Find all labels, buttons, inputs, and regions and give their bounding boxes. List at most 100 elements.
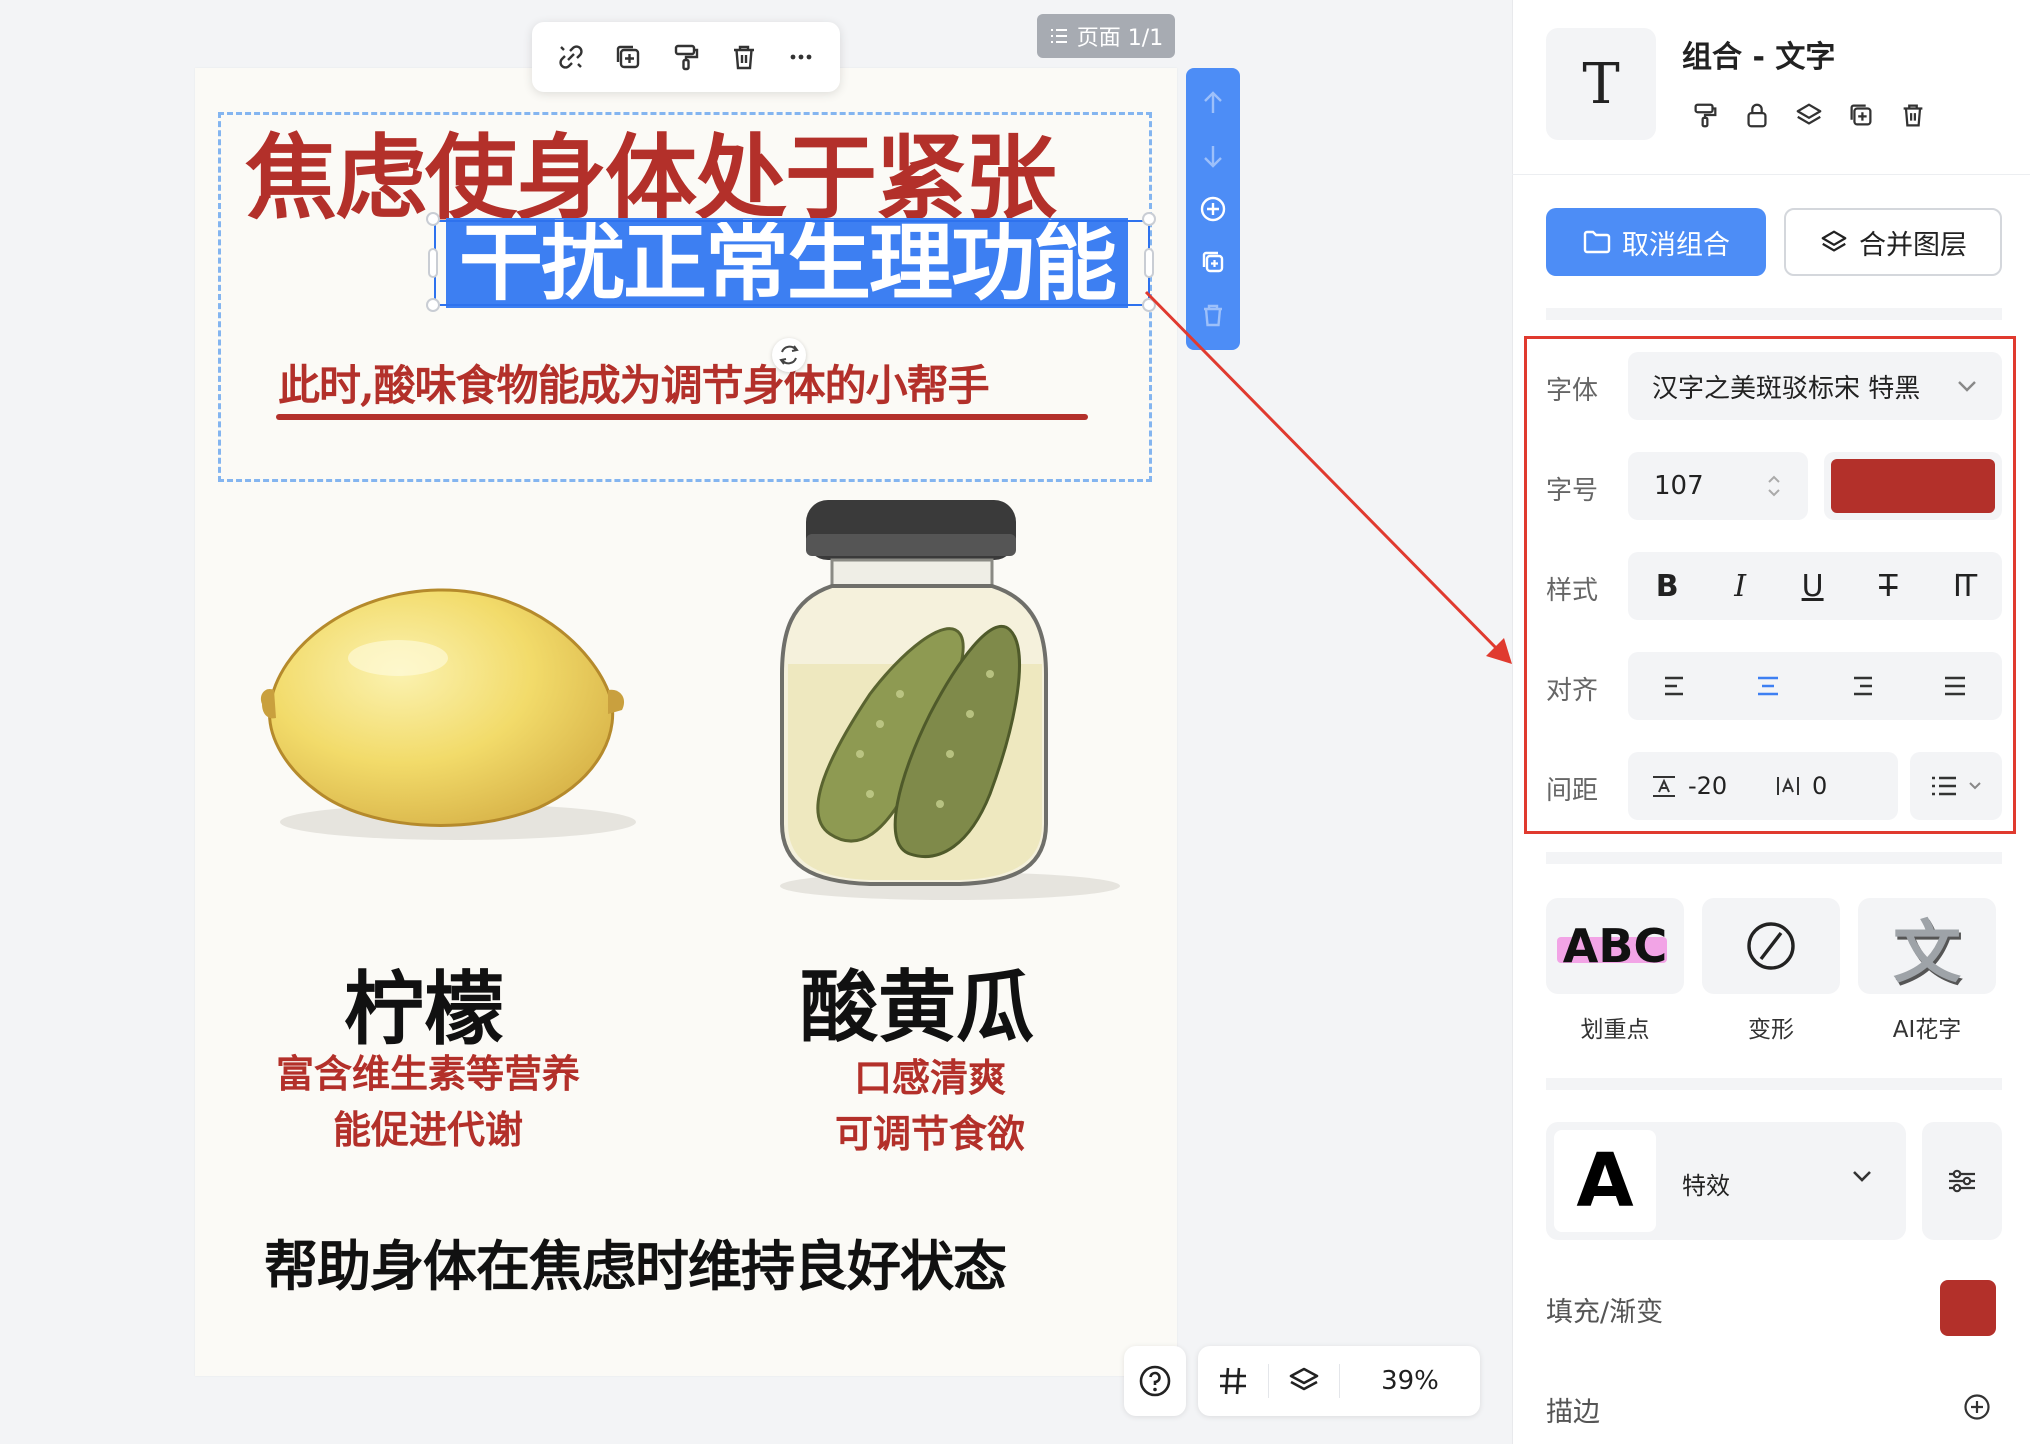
layers-icon <box>1821 230 1847 252</box>
zoom-level[interactable]: 39% <box>1340 1346 1480 1416</box>
text-color-picker[interactable] <box>1824 452 2002 520</box>
layers-icon <box>1289 1367 1319 1391</box>
bold-button[interactable]: B <box>1656 569 1679 604</box>
section-separator <box>1546 1078 2002 1090</box>
stroke-label: 描边 <box>1546 1397 1600 1428</box>
italic-button[interactable]: I <box>1734 569 1746 604</box>
special-effect-preview: A <box>1554 1130 1656 1232</box>
poster-bottom-line[interactable]: 帮助身体在焦虑时维持良好状态 <box>264 1222 1007 1301</box>
more-icon[interactable] <box>779 35 823 79</box>
lock-icon[interactable] <box>1742 100 1772 130</box>
pickle-title[interactable]: 酸黄瓜 <box>800 945 1034 1057</box>
page-indicator-label: 页面 1/1 <box>1076 26 1164 51</box>
sliders-icon <box>1949 1169 1975 1193</box>
annotation-arrow <box>1144 290 1512 664</box>
text-align-buttons <box>1628 652 2002 720</box>
ungroup-button[interactable]: 取消组合 <box>1546 208 1766 276</box>
font-label: 字体 <box>1546 376 1599 406</box>
transform-effect-tile[interactable] <box>1702 898 1840 994</box>
resize-handle-top-left[interactable] <box>426 212 440 226</box>
letter-spacing-icon <box>1653 776 1675 797</box>
lemon-desc-line-1: 富含维生素等营养 <box>275 1051 580 1096</box>
lemon-description[interactable]: 富含维生素等营养 能促进代谢 <box>258 1046 598 1158</box>
chevron-down-icon <box>1853 1171 1871 1182</box>
align-left-icon[interactable] <box>1661 673 1689 699</box>
stepper-icon[interactable] <box>1766 471 1782 501</box>
font-family-value: 汉字之美斑驳标宋 特黑 <box>1652 373 1921 404</box>
align-center-icon[interactable] <box>1754 673 1782 699</box>
font-size-stepper[interactable]: 107 <box>1628 452 1808 520</box>
chevron-down-icon <box>1958 381 1976 392</box>
text-style-buttons: B I U T IT <box>1628 552 2002 620</box>
arrow-down-icon[interactable] <box>1198 141 1228 171</box>
merge-layers-label: 合并图层 <box>1859 229 1967 261</box>
add-stroke-icon[interactable] <box>1962 1392 1992 1422</box>
vertical-text-button[interactable]: IT <box>1953 569 1977 604</box>
duplicate-icon[interactable] <box>606 35 650 79</box>
add-circle-icon[interactable] <box>1198 194 1228 224</box>
merge-layers-button[interactable]: 合并图层 <box>1784 208 2002 276</box>
lemon-title[interactable]: 柠檬 <box>344 945 504 1061</box>
unlink-icon[interactable] <box>549 35 593 79</box>
effect-settings-button[interactable] <box>1922 1122 2002 1240</box>
underline-button[interactable]: U <box>1802 569 1824 604</box>
line-spacing-value[interactable]: 0 <box>1812 772 1827 800</box>
size-label: 字号 <box>1546 476 1599 506</box>
grid-button[interactable] <box>1198 1346 1268 1416</box>
rotate-icon <box>779 345 799 365</box>
list-icon <box>1050 29 1067 43</box>
lemon-illustration[interactable] <box>258 578 638 844</box>
text-type-icon: T <box>1546 28 1656 140</box>
rotate-handle[interactable] <box>772 338 806 372</box>
highlight-effect-label: 划重点 <box>1580 1017 1650 1043</box>
font-size-value: 107 <box>1654 471 1704 501</box>
align-right-icon[interactable] <box>1848 673 1876 699</box>
style-label: 样式 <box>1546 576 1599 606</box>
help-icon <box>1139 1365 1171 1397</box>
ungroup-label: 取消组合 <box>1622 229 1730 261</box>
section-separator <box>1546 308 2002 320</box>
copy-icon[interactable] <box>1198 247 1228 277</box>
line-spacing-icon <box>1777 777 1799 795</box>
font-family-select[interactable]: 汉字之美斑驳标宋 特黑 <box>1628 352 2002 420</box>
layers-button[interactable] <box>1269 1346 1339 1416</box>
resize-handle-bottom-left[interactable] <box>426 298 440 312</box>
resize-handle-top-right[interactable] <box>1142 212 1156 226</box>
panel-header-tools <box>1690 100 1928 130</box>
pickle-jar-illustration[interactable] <box>760 494 1120 906</box>
highlight-tile-text: ABC <box>1562 919 1668 973</box>
grid-icon <box>1220 1367 1246 1395</box>
page-indicator[interactable]: 页面 1/1 <box>1037 14 1175 58</box>
list-style-select[interactable] <box>1910 752 2002 820</box>
format-paint-icon[interactable] <box>664 35 708 79</box>
fill-color-swatch[interactable] <box>1940 1280 1996 1336</box>
spacing-controls[interactable]: -20 0 <box>1628 752 1898 820</box>
help-button[interactable] <box>1124 1346 1186 1416</box>
fill-label: 填充/渐变 <box>1546 1297 1664 1328</box>
strikethrough-button[interactable]: T <box>1879 569 1897 604</box>
resize-handle-left[interactable] <box>428 248 438 278</box>
resize-handle-right[interactable] <box>1144 248 1154 278</box>
ai-text-effect-tile[interactable]: 文 <box>1858 898 1996 994</box>
layers-icon[interactable] <box>1794 100 1824 130</box>
spacing-label: 间距 <box>1546 776 1599 806</box>
floating-toolbar <box>532 22 840 92</box>
delete-icon[interactable] <box>722 35 766 79</box>
pickle-desc-line-2: 可调节食欲 <box>834 1111 1025 1156</box>
align-label: 对齐 <box>1546 676 1599 706</box>
panel-divider <box>1512 174 2030 175</box>
highlight-effect-tile[interactable]: ABC <box>1546 898 1684 994</box>
transform-effect-label: 变形 <box>1748 1017 1794 1043</box>
align-justify-icon[interactable] <box>1941 673 1969 699</box>
delete-icon[interactable] <box>1898 100 1928 130</box>
format-paint-icon[interactable] <box>1690 100 1720 130</box>
pickle-description[interactable]: 口感清爽 可调节食欲 <box>780 1050 1080 1162</box>
bullet-list-icon <box>1932 776 1956 796</box>
text-color-swatch <box>1831 459 1995 513</box>
pickle-desc-line-1: 口感清爽 <box>853 1055 1006 1100</box>
section-separator <box>1546 852 2002 864</box>
arrow-up-icon[interactable] <box>1198 88 1228 118</box>
duplicate-icon[interactable] <box>1846 100 1876 130</box>
no-effect-icon <box>1747 922 1795 970</box>
letter-spacing-value[interactable]: -20 <box>1688 772 1764 800</box>
